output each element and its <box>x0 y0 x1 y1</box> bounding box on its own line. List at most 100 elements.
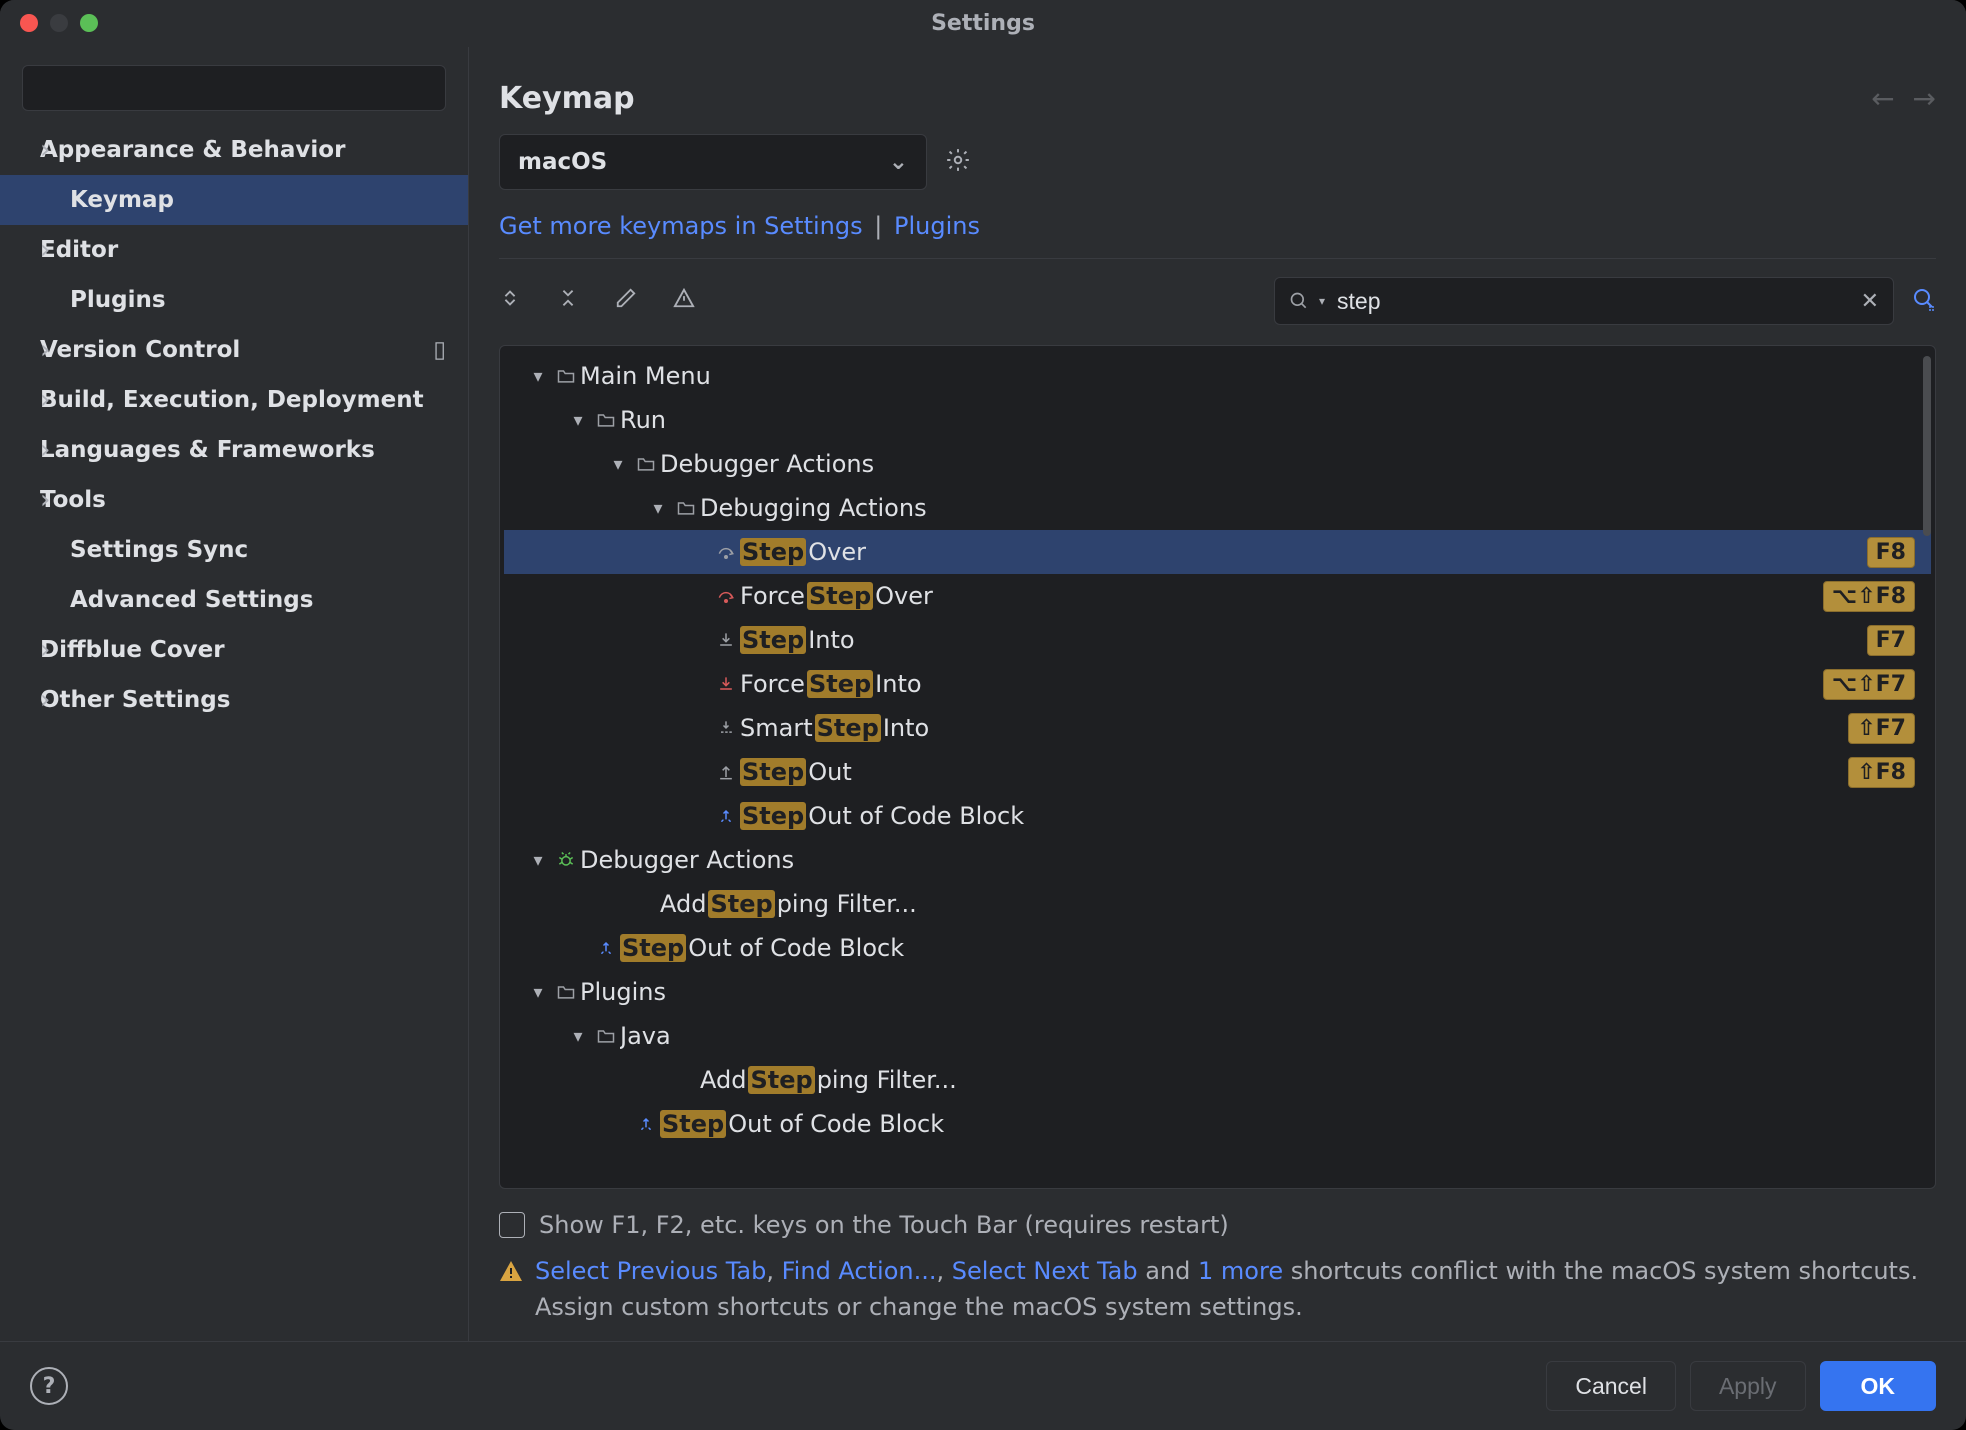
step-into-icon <box>712 630 740 650</box>
help-button[interactable]: ? <box>30 1367 68 1405</box>
gear-icon[interactable] <box>945 147 971 178</box>
shortcut-badge: ⌥⇧F8 <box>1823 581 1915 612</box>
tree-row[interactable]: Smart Step Into⇧F7 <box>504 706 1931 750</box>
shortcut-badge: ⇧F7 <box>1848 713 1915 744</box>
step-over-icon <box>712 542 740 562</box>
conflict-link[interactable]: 1 more <box>1198 1257 1283 1285</box>
chevron-right-icon <box>40 235 54 265</box>
expand-all-icon[interactable] <box>499 287 521 315</box>
tree-row[interactable]: Step OverF8 <box>504 530 1931 574</box>
chevron-right-icon <box>40 635 54 665</box>
tree-row[interactable]: Step Out of Code Block <box>504 794 1931 838</box>
tree-row-label: Add Stepping Filter... <box>700 1066 1915 1094</box>
step-out-block-icon <box>712 806 740 826</box>
tree-chevron-icon[interactable] <box>564 1026 592 1047</box>
plugins-link[interactable]: Plugins <box>894 212 980 240</box>
tree-row[interactable]: Debugging Actions <box>504 486 1931 530</box>
conflict-link[interactable]: Find Action... <box>782 1257 937 1285</box>
clear-search-icon[interactable]: ✕ <box>1861 289 1879 314</box>
sidebar-item-editor[interactable]: Editor <box>0 225 468 275</box>
sidebar-item-build-execution-deployment[interactable]: Build, Execution, Deployment <box>0 375 468 425</box>
edit-shortcut-icon[interactable] <box>615 287 637 315</box>
settings-search-input[interactable] <box>22 65 446 111</box>
tree-row[interactable]: Run <box>504 398 1931 442</box>
sidebar-item-version-control[interactable]: Version Control▯ <box>0 325 468 375</box>
sidebar-item-other-settings[interactable]: Other Settings <box>0 675 468 725</box>
tree-row[interactable]: Java <box>504 1014 1931 1058</box>
folder-icon <box>552 982 580 1002</box>
tree-chevron-icon[interactable] <box>524 366 552 387</box>
tree-row[interactable]: Force Step Over⌥⇧F8 <box>504 574 1931 618</box>
force-over-icon <box>712 586 740 606</box>
cancel-button[interactable]: Cancel <box>1546 1361 1676 1411</box>
settings-sidebar: ▾ Appearance & BehaviorKeymapEditorPlugi… <box>0 47 469 1341</box>
search-icon <box>1289 291 1309 311</box>
chevron-right-icon <box>40 485 54 515</box>
folder-icon <box>592 1026 620 1046</box>
keymap-dropdown[interactable]: macOS ⌄ <box>499 134 927 190</box>
tree-row[interactable]: Main Menu <box>504 354 1931 398</box>
forward-button[interactable]: → <box>1913 82 1936 115</box>
ok-button[interactable]: OK <box>1820 1361 1937 1411</box>
back-button[interactable]: ← <box>1871 82 1894 115</box>
search-history-chevron-icon[interactable]: ▾ <box>1319 294 1325 308</box>
sidebar-item-settings-sync[interactable]: Settings Sync <box>0 525 468 575</box>
sidebar-item-diffblue-cover[interactable]: Diffblue Cover <box>0 625 468 675</box>
tree-row[interactable]: Debugger Actions <box>504 442 1931 486</box>
apply-button: Apply <box>1690 1361 1806 1411</box>
tree-row-label: Debugger Actions <box>660 450 1915 478</box>
tree-chevron-icon[interactable] <box>564 410 592 431</box>
tree-row[interactable]: Debugger Actions <box>504 838 1931 882</box>
folder-icon <box>632 454 660 474</box>
tree-row-label: Step Out of Code Block <box>620 934 1915 962</box>
step-out-icon <box>712 762 740 782</box>
sidebar-item-label: Advanced Settings <box>70 587 313 613</box>
chevron-right-icon <box>40 335 54 365</box>
touchbar-checkbox[interactable] <box>499 1212 525 1238</box>
chevron-right-icon <box>40 135 54 165</box>
tree-row-label: Debugging Actions <box>700 494 1915 522</box>
warning-icon[interactable] <box>673 287 695 315</box>
sidebar-item-label: Languages & Frameworks <box>40 437 375 463</box>
tree-row[interactable]: Step IntoF7 <box>504 618 1931 662</box>
shortcut-badge: F8 <box>1867 537 1915 568</box>
sidebar-item-label: Plugins <box>70 287 166 313</box>
sidebar-item-appearance-behavior[interactable]: Appearance & Behavior <box>0 125 468 175</box>
tree-row-label: Force Step Into <box>740 670 1823 698</box>
tree-row-label: Step Out of Code Block <box>740 802 1915 830</box>
chevron-down-icon: ⌄ <box>889 149 908 175</box>
conflict-link[interactable]: Select Next Tab <box>952 1257 1138 1285</box>
tree-row[interactable]: Force Step Into⌥⇧F7 <box>504 662 1931 706</box>
sidebar-item-label: Version Control <box>40 337 240 363</box>
tree-row-label: Java <box>620 1022 1915 1050</box>
tree-row[interactable]: Step Out⇧F8 <box>504 750 1931 794</box>
action-search-field[interactable]: ▾ ✕ <box>1274 277 1894 325</box>
sidebar-item-plugins[interactable]: Plugins <box>0 275 468 325</box>
tree-row[interactable]: Add Stepping Filter... <box>504 882 1931 926</box>
keymap-selected-label: macOS <box>518 149 607 175</box>
folder-icon <box>592 410 620 430</box>
find-by-shortcut-icon[interactable] <box>1912 287 1936 316</box>
get-keymaps-link[interactable]: Get more keymaps in Settings <box>499 212 863 240</box>
conflict-link[interactable]: Select Previous Tab <box>535 1257 766 1285</box>
tree-row[interactable]: Add Stepping Filter... <box>504 1058 1931 1102</box>
step-out-block-icon <box>632 1114 660 1134</box>
keymap-tree[interactable]: Main MenuRun Debugger Actions Debugging Ac… <box>500 346 1935 1189</box>
tree-row[interactable]: Step Out of Code Block <box>504 926 1931 970</box>
sidebar-item-advanced-settings[interactable]: Advanced Settings <box>0 575 468 625</box>
tree-chevron-icon[interactable] <box>524 982 552 1003</box>
collapse-all-icon[interactable] <box>557 287 579 315</box>
sidebar-item-tools[interactable]: Tools <box>0 475 468 525</box>
tree-chevron-icon[interactable] <box>604 454 632 475</box>
tree-row-label: Plugins <box>580 978 1915 1006</box>
chevron-right-icon <box>40 685 54 715</box>
tree-row[interactable]: Plugins <box>504 970 1931 1014</box>
tree-chevron-icon[interactable] <box>524 850 552 871</box>
action-search-input[interactable] <box>1335 287 1851 316</box>
tree-chevron-icon[interactable] <box>644 498 672 519</box>
sidebar-item-keymap[interactable]: Keymap <box>0 175 468 225</box>
tree-row[interactable]: Step Out of Code Block <box>504 1102 1931 1146</box>
sidebar-item-languages-frameworks[interactable]: Languages & Frameworks <box>0 425 468 475</box>
tree-row-label: Step Into <box>740 626 1867 654</box>
conflict-warning-text: Select Previous Tab, Find Action..., Sel… <box>535 1253 1936 1325</box>
